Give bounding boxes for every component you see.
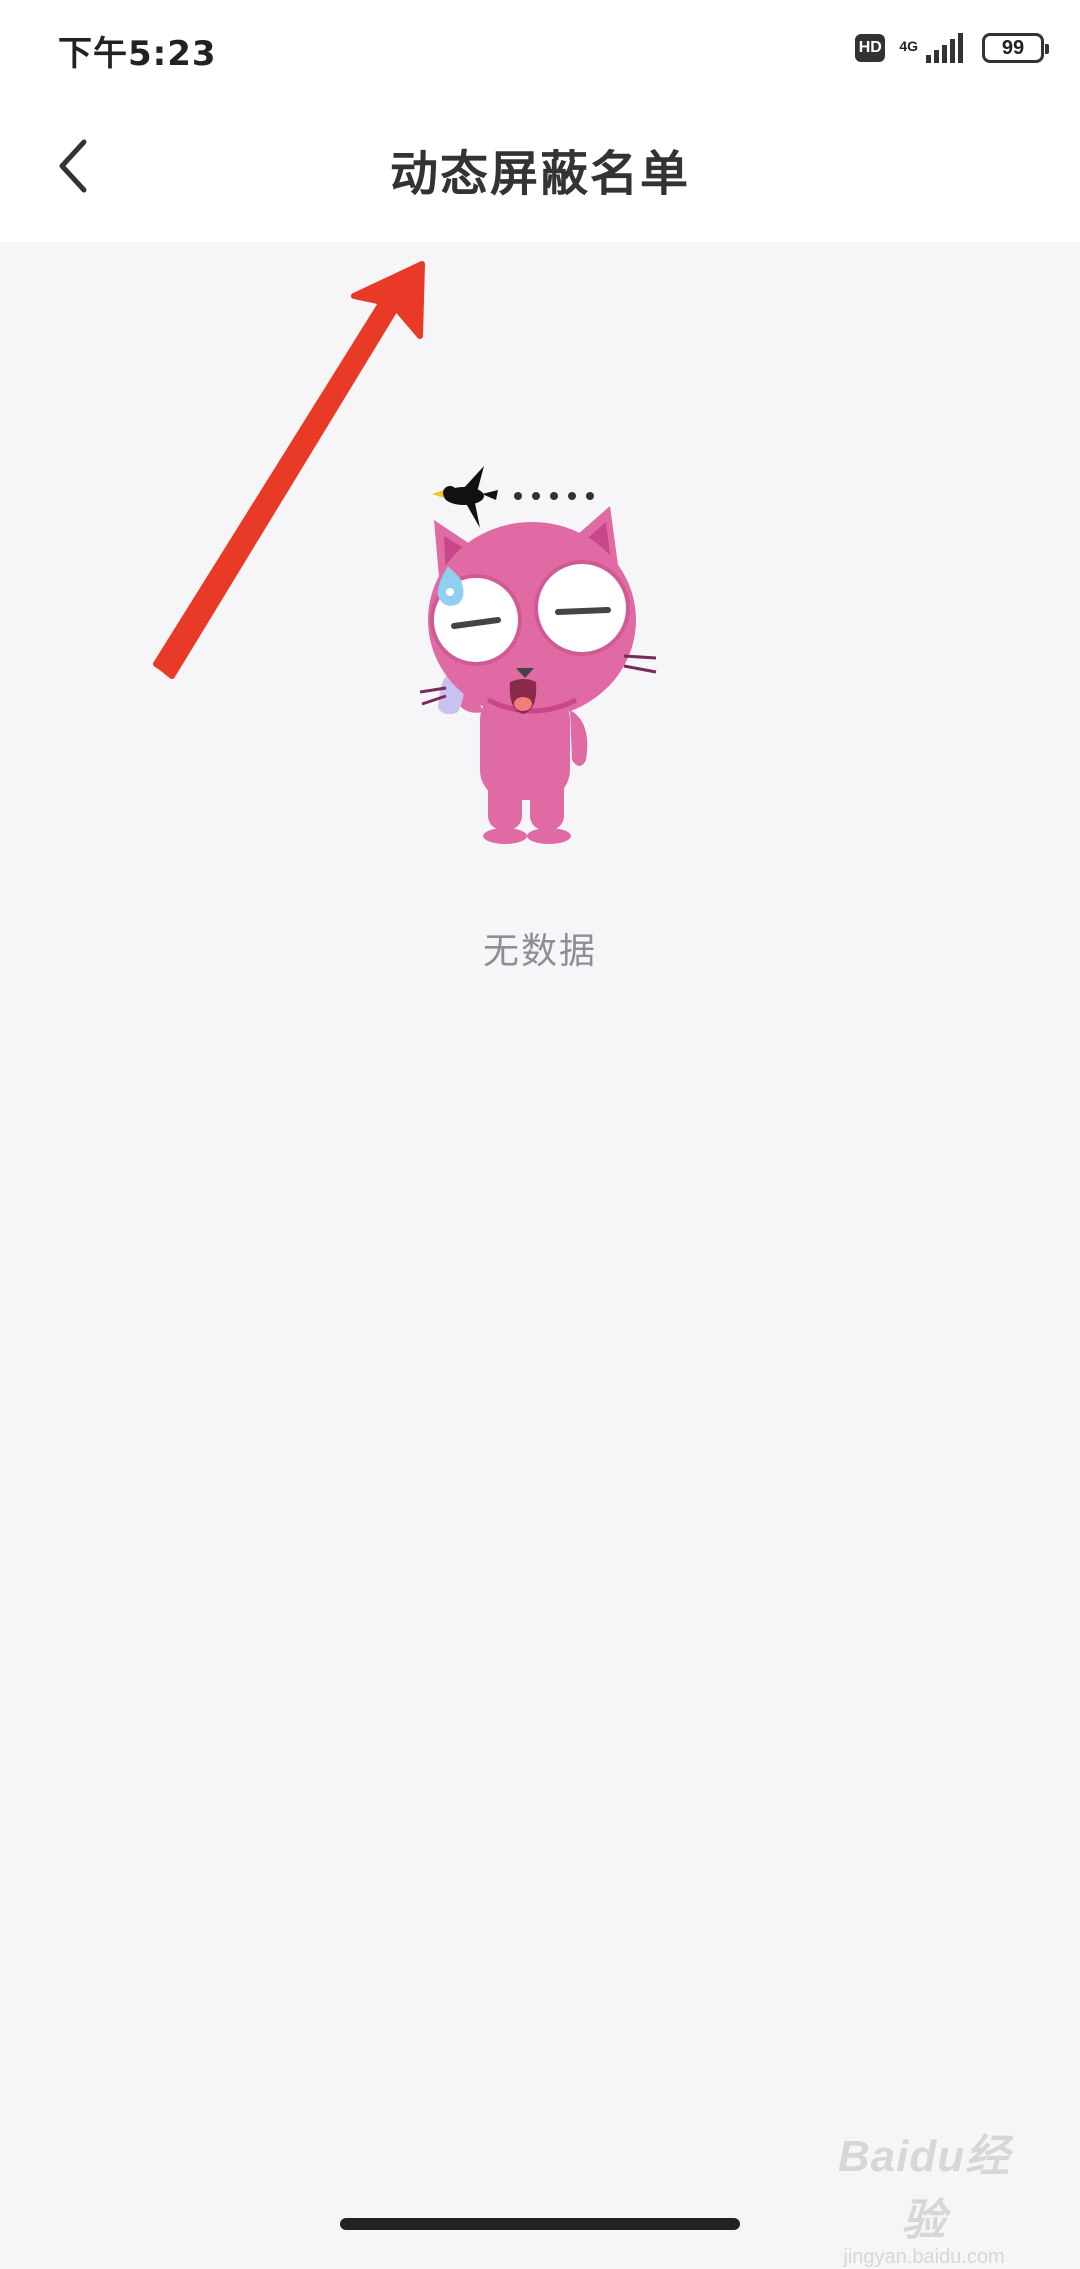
baidu-watermark: Baidu经验 jingyan.baidu.com [824,2120,1024,2268]
header: 动态屏蔽名单 [0,96,1080,242]
pink-cat-with-crow-icon [419,466,657,844]
hd-icon: HD [855,34,886,62]
page-title: 动态屏蔽名单 [389,146,690,202]
signal-icon [926,33,963,63]
empty-state: 无数据 [0,460,1080,980]
status-bar: 下午5:23 HD 4G 99 [0,0,1080,96]
signal-group: 4G [899,33,968,63]
status-icons: HD 4G 99 [855,28,1049,68]
red-arrow-icon [153,261,425,679]
battery-icon: 99 [982,33,1049,63]
network-type-label: 4G [899,38,918,54]
empty-state-text: 无数据 [482,931,597,972]
crow-icon [432,466,498,528]
watermark-url: jingyan.baidu.com [843,2246,1005,2268]
watermark-logo: Baidu经验 [837,2132,1011,2245]
home-indicator[interactable] [340,2218,740,2230]
cat-body [419,506,657,844]
status-time: 下午5:23 [58,34,217,74]
dots [514,492,594,500]
